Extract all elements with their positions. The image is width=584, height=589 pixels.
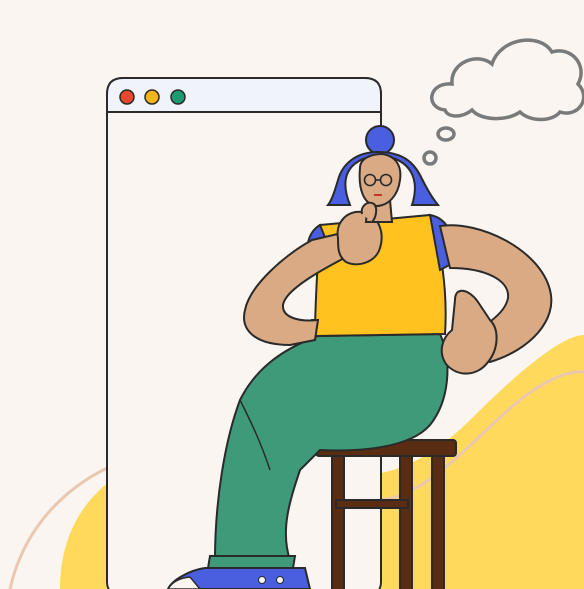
maximize-dot [170, 89, 186, 105]
thought-cloud-icon [422, 38, 584, 166]
right-hand [440, 289, 498, 375]
thinking-person-illustration [8, 38, 584, 589]
close-dot [119, 89, 135, 105]
minimize-dot [144, 89, 160, 105]
illustration-scene [0, 0, 584, 589]
